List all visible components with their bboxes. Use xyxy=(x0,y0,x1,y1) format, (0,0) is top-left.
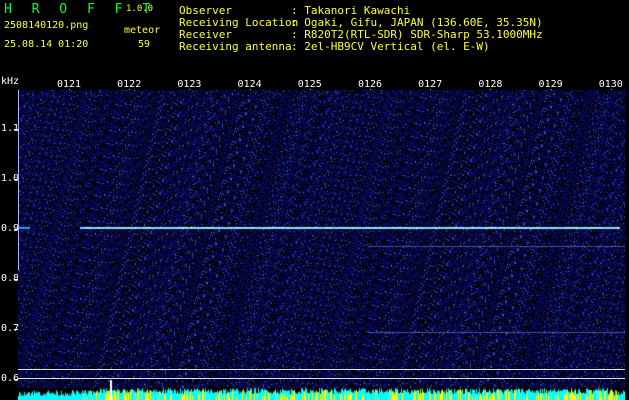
y-axis-unit: kHz xyxy=(1,76,20,87)
file-name: 2508140120.png xyxy=(4,20,89,31)
meteor-count: 59 xyxy=(138,39,151,50)
app-version: 1.0.0 xyxy=(126,4,154,14)
receiver-value: : R820T2(RTL-SDR) SDR-Sharp 53.1000MHz xyxy=(291,28,543,41)
capture-datetime: 25.08.14 01:20 xyxy=(4,39,89,50)
receiver-label: Receiver xyxy=(179,28,232,41)
observer-value: : Takanori Kawachi xyxy=(291,4,411,17)
location-value: : Ogaki, Gifu, JAPAN (136.60E, 35.35N) xyxy=(291,16,543,29)
antenna-value: : 2el-HB9CV Vertical (el. E-W) xyxy=(291,40,490,53)
y-axis-line xyxy=(18,90,19,270)
reference-line-upper xyxy=(18,369,625,370)
location-label: Receiving Location xyxy=(179,16,299,29)
counter-label: meteor xyxy=(124,25,161,36)
hroft-screen: H R O F F T 1.0.0 2508140120.png meteor … xyxy=(0,0,629,400)
observer-label: Observer xyxy=(179,4,232,17)
spectrogram xyxy=(18,90,625,400)
antenna-label: Receiving antenna xyxy=(179,40,292,53)
reference-line-lower xyxy=(18,378,625,379)
